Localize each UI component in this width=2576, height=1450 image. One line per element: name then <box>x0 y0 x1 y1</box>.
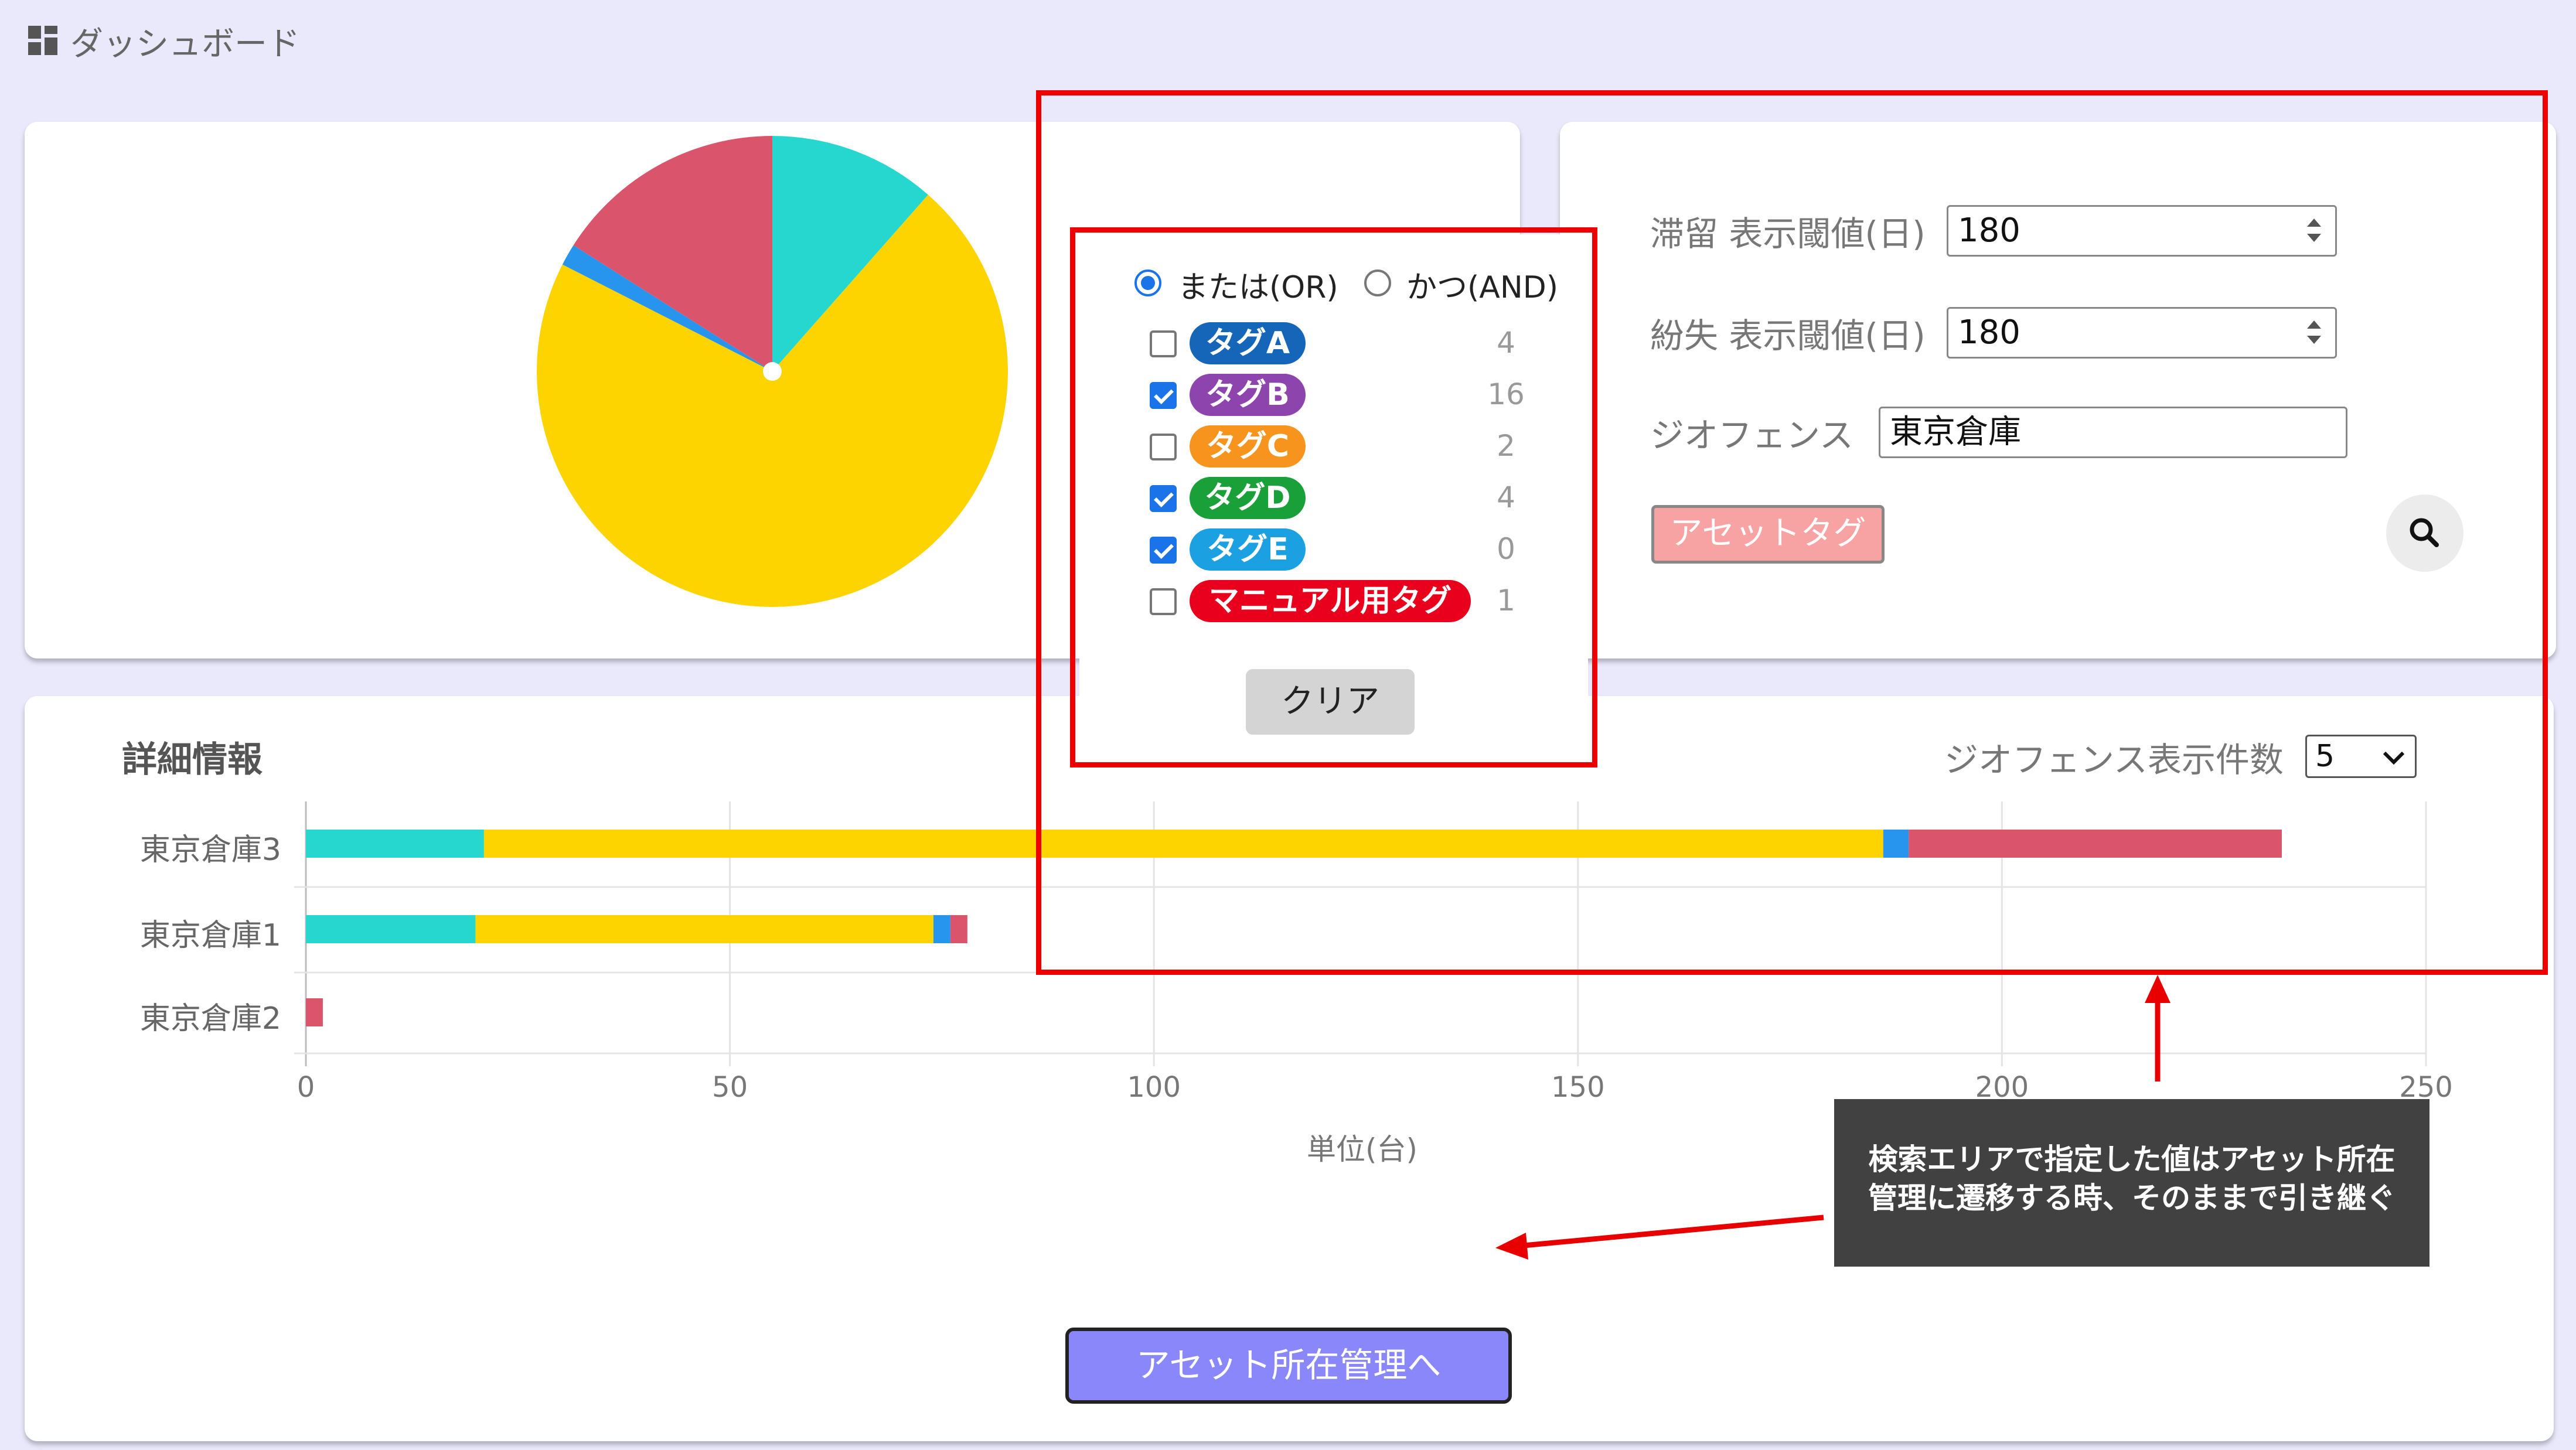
annotation-arrows <box>1495 975 2170 1260</box>
